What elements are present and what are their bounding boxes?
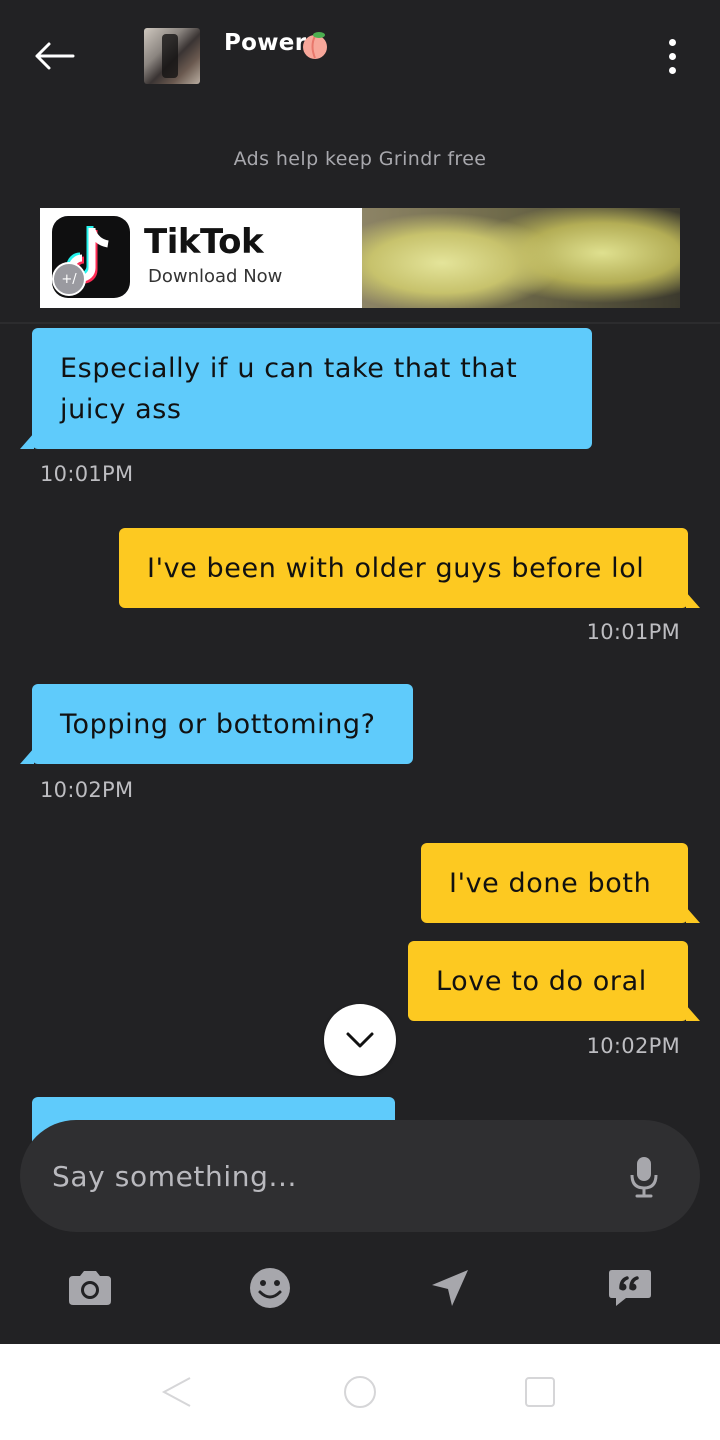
chevron-down-icon	[346, 1032, 374, 1048]
emoji-button[interactable]	[246, 1266, 294, 1310]
square-recents-icon	[525, 1377, 555, 1407]
chat-screen: Power Ads help keep Grindr free +/ TikTo…	[0, 0, 720, 1440]
camera-icon	[69, 1271, 111, 1305]
more-vertical-icon	[668, 38, 676, 46]
message-timestamp: 10:02PM	[586, 1034, 680, 1058]
saved-phrases-button[interactable]	[606, 1266, 654, 1310]
message-line: I've been with older guys before lol	[147, 552, 645, 584]
avatar[interactable]	[144, 28, 200, 84]
outgoing-message[interactable]: I've been with older guys before lol	[119, 528, 700, 608]
voice-message-button[interactable]	[622, 1152, 666, 1202]
outgoing-message[interactable]: Love to do oral	[408, 941, 700, 1021]
system-recents-button[interactable]	[522, 1374, 558, 1410]
ad-image	[362, 208, 680, 308]
peach-emoji-icon	[303, 32, 327, 59]
message-line: Love to do oral	[436, 965, 647, 997]
emoji-icon	[250, 1268, 290, 1308]
divider	[0, 322, 720, 324]
back-button[interactable]	[22, 28, 86, 84]
system-home-button[interactable]	[342, 1374, 378, 1410]
incoming-message[interactable]: Topping or bottoming?	[20, 684, 413, 764]
chat-header: Power	[0, 0, 720, 110]
message-timestamp: 10:01PM	[40, 462, 134, 486]
ad-caption: Ads help keep Grindr free	[233, 148, 487, 170]
system-back-button[interactable]	[158, 1374, 194, 1410]
message-line: I've done both	[449, 867, 652, 899]
message-line: Especially if u can take that that	[60, 353, 518, 384]
profile-name[interactable]: Power	[224, 30, 306, 56]
ad-brand: TikTok	[144, 222, 264, 262]
chat-toolbar	[0, 1232, 720, 1344]
send-location-button[interactable]	[426, 1266, 474, 1310]
system-navigation-bar	[0, 1344, 720, 1440]
camera-button[interactable]	[66, 1266, 114, 1310]
ad-cta: Download Now	[148, 266, 283, 287]
message-line: Topping or bottoming?	[60, 708, 376, 740]
message-timestamp: 10:02PM	[40, 778, 134, 802]
message-line: juicy ass	[60, 394, 182, 425]
triangle-back-icon	[161, 1377, 191, 1407]
message-composer	[20, 1120, 700, 1232]
saved-phrases-icon	[609, 1270, 651, 1306]
location-arrow-icon	[432, 1270, 468, 1306]
message-input[interactable]	[52, 1154, 612, 1198]
outgoing-message[interactable]: I've done both	[421, 843, 700, 923]
microphone-icon	[630, 1157, 658, 1198]
circle-home-icon	[344, 1376, 376, 1408]
arrow-left-icon	[35, 42, 75, 70]
incoming-message[interactable]: Especially if u can take that that juicy…	[20, 328, 592, 449]
scroll-to-bottom-button[interactable]	[324, 1004, 396, 1076]
ad-choices-badge: +/	[52, 262, 86, 296]
ad-banner[interactable]: +/ TikTok Download Now	[40, 208, 680, 308]
more-menu-button[interactable]	[652, 30, 692, 82]
message-timestamp: 10:01PM	[586, 620, 680, 644]
